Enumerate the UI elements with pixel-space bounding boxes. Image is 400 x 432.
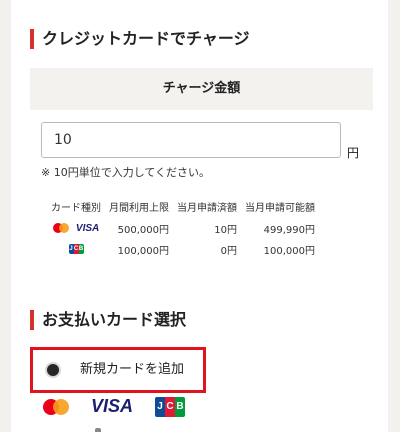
applied-cell: 0円 [220,246,237,257]
monthly-limit-cell: 500,000円 [117,225,169,236]
card-type-cell: VISA [47,218,105,239]
header-applied: 当月申請済額 [177,203,237,214]
payment-section-title: お支払いカード選択 [30,310,186,330]
visa-icon: VISA [75,222,100,234]
partial-element [95,428,101,432]
add-card-label: 新規カードを追加 [80,362,185,377]
currency-unit: 円 [347,146,360,160]
mastercard-icon [43,398,69,415]
monthly-limit-cell: 100,000円 [117,246,169,257]
main-panel: クレジットカードでチャージ チャージ金額 円 ※ 10円単位で入力してください。… [11,0,388,432]
charge-section-title: クレジットカードでチャージ [30,29,250,49]
add-new-card-option[interactable]: 新規カードを追加 [30,347,206,393]
table-row: JCB 100,000円 0円 100,000円 [47,239,319,260]
mastercard-icon [52,223,69,234]
table-header-row: カード種別 月間利用上限 当月申請済額 当月申請可能額 [47,199,319,218]
visa-icon: VISA [91,396,134,416]
card-brand-logos: VISA JCB [43,396,207,417]
header-monthly-limit: 月間利用上限 [109,203,169,214]
table-row: VISA 500,000円 10円 499,990円 [47,218,319,239]
limits-table: カード種別 月間利用上限 当月申請済額 当月申請可能額 VISA 500,000… [47,199,319,260]
available-cell: 499,990円 [263,225,315,236]
applied-cell: 10円 [214,225,237,236]
jcb-icon: JCB [155,396,186,417]
jcb-icon: JCB [68,244,84,254]
charge-amount-header: チャージ金額 [30,68,373,110]
selected-radio[interactable] [47,364,59,376]
card-type-cell: JCB [47,239,105,260]
amount-note: ※ 10円単位で入力してください。 [41,166,211,179]
charge-amount-input[interactable] [41,122,341,158]
header-card-type: カード種別 [51,203,101,214]
header-available: 当月申請可能額 [245,203,315,214]
available-cell: 100,000円 [263,246,315,257]
